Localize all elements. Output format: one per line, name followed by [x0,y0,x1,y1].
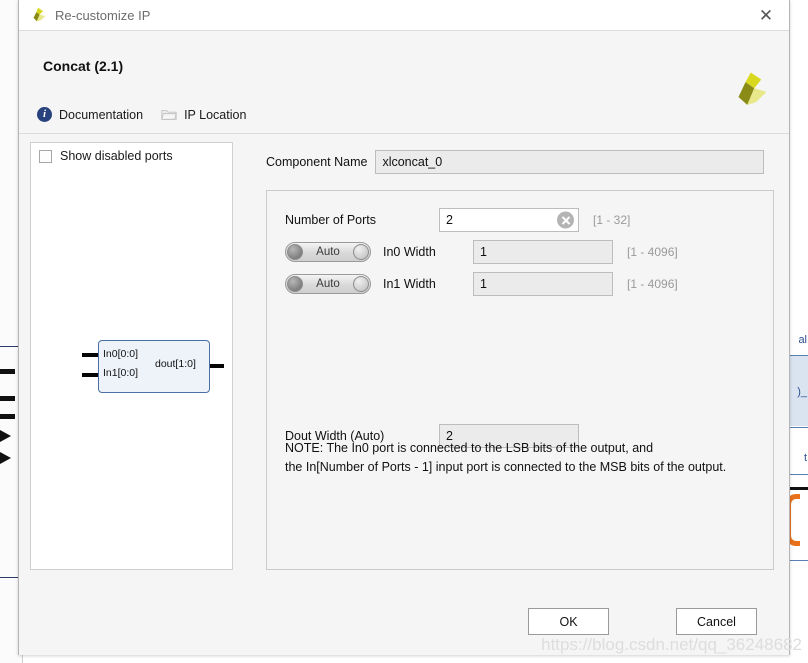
title-bar: Re-customize IP ✕ [19,0,789,31]
in0-width-auto-toggle[interactable]: Auto [285,242,371,262]
in1-width-auto-toggle[interactable]: Auto [285,274,371,294]
ip-symbol-panel: Show disabled ports In0[0:0] In1[0:0] do… [30,142,233,570]
in1-port-stub [82,373,98,377]
toggle-knob-right [353,244,369,260]
background-left-arrow [0,430,11,442]
dialog-footer: OK Cancel [19,599,789,655]
xilinx-logo [738,72,767,105]
dialog-body: Show disabled ports In0[0:0] In1[0:0] do… [19,134,789,599]
clear-circle-x-icon[interactable] [557,211,574,229]
component-name-input[interactable] [375,150,765,174]
window-title: Re-customize IP [55,7,151,23]
settings-panel: Component Name Number of Ports [1 - 32] [266,142,774,570]
ip-location-link[interactable]: IP Location [161,108,246,122]
toggle-knob-right [353,276,369,292]
documentation-link[interactable]: i Documentation [37,107,143,122]
background-right-text: )_ [797,386,807,398]
dout-port-stub [208,364,224,368]
number-of-ports-label: Number of Ports [285,213,377,227]
ok-button[interactable]: OK [528,608,609,635]
in1-width-input[interactable] [473,272,613,296]
re-customize-ip-dialog: Re-customize IP ✕ Concat (2.1) i Documen… [18,0,790,655]
background-right-text: al [798,334,807,346]
in0-port-label: In0[0:0] [103,348,139,360]
show-disabled-ports-label: Show disabled ports [60,149,173,163]
in0-width-range: [1 - 4096] [627,245,678,259]
in1-width-label: In1 Width [383,277,436,291]
in1-auto-label: Auto [316,278,340,290]
background-left-tick [0,396,15,401]
in0-width-label: In0 Width [383,245,436,259]
ip-symbol-diagram: In0[0:0] In1[0:0] dout[1:0] [80,340,224,393]
info-icon: i [37,107,52,122]
background-left-arrow [0,452,11,464]
cancel-button[interactable]: Cancel [676,608,757,635]
background-left-tick [0,369,15,374]
background-right-text: t [803,452,807,464]
note-text: NOTE: The In0 port is connected to the L… [285,439,726,477]
ip-location-label: IP Location [184,107,247,122]
number-of-ports-row: Number of Ports [1 - 32] [285,207,630,233]
background-left-tick [0,414,15,419]
in0-width-input[interactable] [473,240,613,264]
configuration-group: Number of Ports [1 - 32] Auto In0 Width [266,190,774,570]
in0-width-row: Auto In0 Width [1 - 4096] [285,239,678,265]
in1-width-range: [1 - 4096] [627,277,678,291]
xilinx-logo-icon [33,7,46,22]
component-name-label: Component Name [266,155,368,169]
dout-port-label: dout[1:0] [155,358,196,370]
note-line-1: NOTE: The In0 port is connected to the L… [285,441,654,455]
component-name-row: Component Name [266,150,765,174]
in0-port-stub [82,353,98,357]
header-links: i Documentation IP Location [37,107,246,122]
note-line-2: the In[Number of Ports - 1] input port i… [285,460,727,474]
toggle-knob-left [287,244,303,260]
checkbox-box[interactable] [39,149,52,163]
page-title: Concat (2.1) [43,58,124,74]
documentation-label: Documentation [59,107,144,122]
toggle-knob-left [287,276,303,292]
close-icon[interactable]: ✕ [743,0,789,30]
folder-icon [161,110,177,120]
show-disabled-ports-checkbox[interactable]: Show disabled ports [39,149,173,163]
number-of-ports-range: [1 - 32] [593,213,631,227]
in1-width-row: Auto In1 Width [1 - 4096] [285,271,678,297]
number-of-ports-input-wrap [439,208,579,232]
in0-auto-label: Auto [316,246,340,258]
in1-port-label: In1[0:0] [103,367,139,379]
dialog-header: Concat (2.1) i Documentation IP Location [19,31,789,134]
